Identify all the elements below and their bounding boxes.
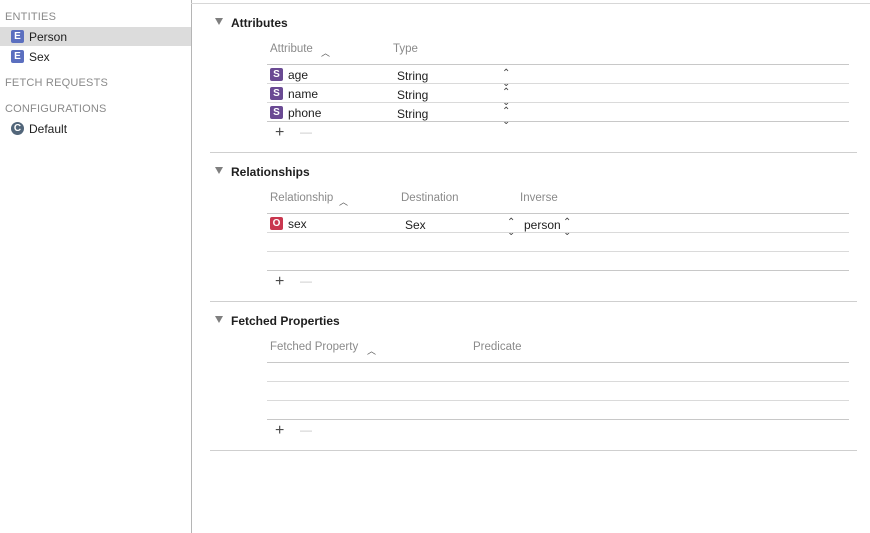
attribute-name[interactable]: phone (288, 106, 321, 120)
attribute-type[interactable]: String (397, 107, 428, 121)
section-divider (210, 301, 857, 302)
add-relationship-button[interactable]: + (275, 274, 284, 290)
row-divider (267, 232, 849, 233)
string-attribute-icon: S (270, 106, 283, 119)
sort-ascending-icon: ︿ (339, 197, 349, 207)
stepper-icon[interactable]: ⌃⌄ (507, 218, 515, 238)
sidebar-item-label: Person (29, 30, 68, 44)
row-divider (267, 381, 849, 382)
column-header-fetched-property[interactable]: Fetched Property (270, 341, 358, 353)
remove-fetched-property-button[interactable]: — (300, 422, 312, 438)
table-bottom-divider (267, 121, 849, 122)
sidebar: ENTITIES E Person E Sex FETCH REQUESTS C… (0, 0, 192, 533)
table-header-divider (267, 64, 849, 65)
attribute-name[interactable]: age (288, 68, 308, 82)
disclosure-triangle-icon[interactable] (215, 18, 223, 25)
fetch-requests-header: FETCH REQUESTS (5, 77, 109, 89)
stepper-icon[interactable]: ⌃⌄ (563, 218, 571, 238)
attribute-name[interactable]: name (288, 87, 318, 101)
stepper-icon[interactable]: ⌃⌄ (502, 107, 510, 127)
string-attribute-icon: S (270, 87, 283, 100)
table-header-divider (267, 213, 849, 214)
sort-ascending-icon: ︿ (367, 346, 377, 356)
sidebar-item-default[interactable]: C Default (0, 119, 191, 138)
sidebar-item-person[interactable]: E Person (0, 27, 191, 46)
remove-attribute-button[interactable]: — (300, 124, 312, 140)
stepper-icon[interactable]: ⌃⌄ (502, 69, 510, 89)
column-header-destination[interactable]: Destination (401, 192, 459, 204)
disclosure-triangle-icon[interactable] (215, 316, 223, 323)
table-bottom-divider (267, 270, 849, 271)
relationship-destination[interactable]: Sex (405, 218, 426, 232)
column-header-inverse[interactable]: Inverse (520, 192, 558, 204)
column-header-type[interactable]: Type (393, 43, 418, 55)
stepper-icon[interactable]: ⌃⌄ (502, 88, 510, 108)
configuration-icon: C (11, 122, 24, 135)
sidebar-item-label: Default (29, 122, 68, 136)
table-header-divider (267, 362, 849, 363)
disclosure-triangle-icon[interactable] (215, 167, 223, 174)
row-divider (267, 102, 849, 103)
sort-ascending-icon: ︿ (321, 48, 331, 58)
table-bottom-divider (267, 419, 849, 420)
row-divider (267, 251, 849, 252)
section-divider (210, 152, 857, 153)
row-divider (267, 83, 849, 84)
section-divider (210, 450, 857, 451)
column-header-relationship[interactable]: Relationship (270, 192, 333, 204)
add-attribute-button[interactable]: + (275, 125, 284, 141)
relationships-section-title: Relationships (231, 165, 310, 179)
top-divider (191, 3, 870, 4)
entities-header: ENTITIES (5, 11, 57, 23)
remove-relationship-button[interactable]: — (300, 273, 312, 289)
configurations-header: CONFIGURATIONS (5, 103, 107, 115)
attribute-type[interactable]: String (397, 69, 428, 83)
column-header-predicate[interactable]: Predicate (473, 341, 522, 353)
entity-icon: E (11, 50, 24, 63)
relationship-name[interactable]: sex (288, 217, 307, 231)
column-header-attribute[interactable]: Attribute (270, 43, 313, 55)
attribute-type[interactable]: String (397, 88, 428, 102)
sidebar-item-label: Sex (29, 50, 50, 64)
row-divider (267, 400, 849, 401)
string-attribute-icon: S (270, 68, 283, 81)
relationship-icon: O (270, 217, 283, 230)
attributes-section-title: Attributes (231, 16, 288, 30)
entity-icon: E (11, 30, 24, 43)
relationship-inverse[interactable]: person (524, 218, 561, 232)
add-fetched-property-button[interactable]: + (275, 423, 284, 439)
fetched-properties-section-title: Fetched Properties (231, 314, 340, 328)
sidebar-item-sex[interactable]: E Sex (0, 47, 191, 66)
